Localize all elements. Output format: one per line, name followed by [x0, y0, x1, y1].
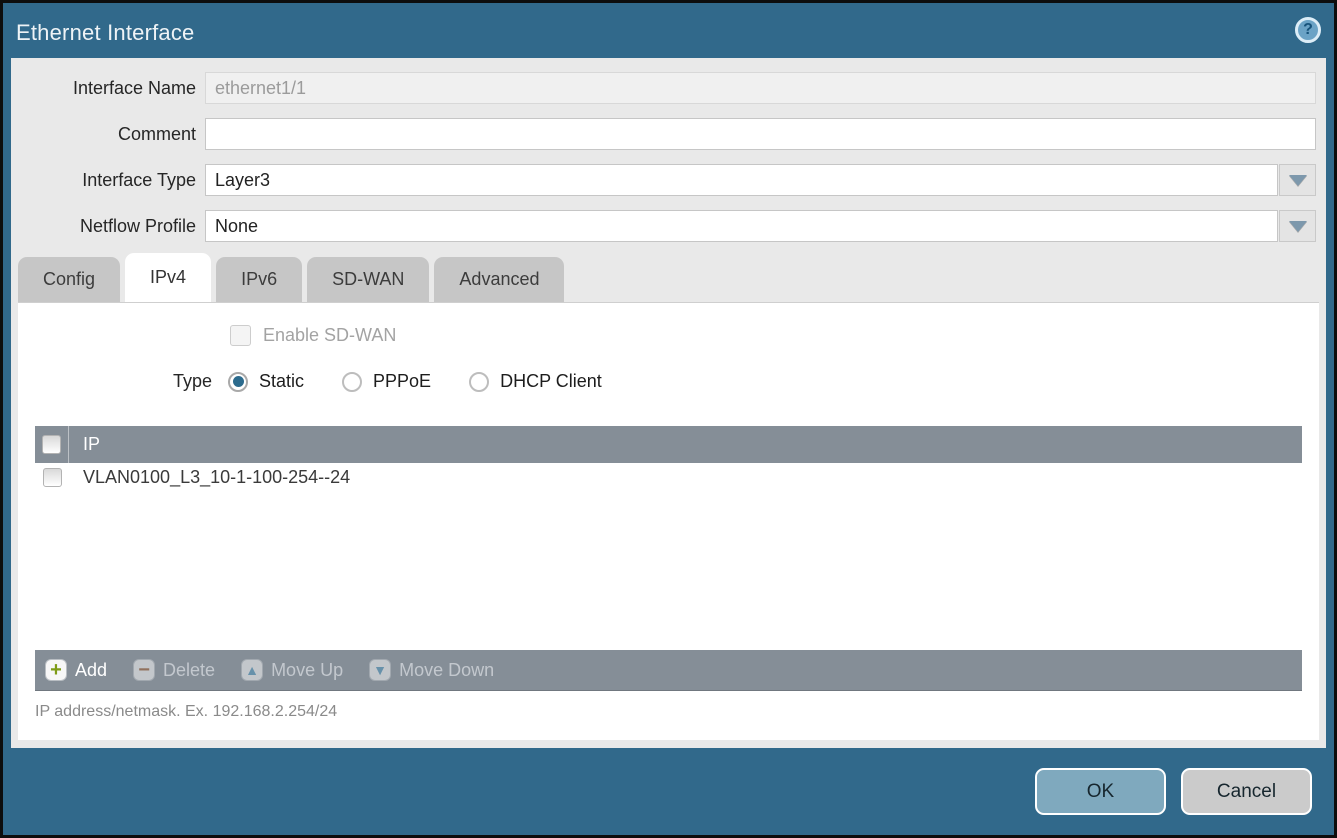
chevron-down-icon — [1289, 175, 1307, 186]
enable-sdwan-row: Enable SD-WAN — [230, 325, 396, 346]
enable-sdwan-checkbox[interactable] — [230, 325, 251, 346]
arrow-down-icon: ▼ — [369, 659, 391, 681]
netflow-profile-row: Netflow Profile — [11, 210, 1316, 242]
ip-address-table: IP VLAN0100_L3_10-1-100-254--24 + Add — [35, 426, 1302, 691]
interface-type-label: Interface Type — [11, 170, 205, 191]
delete-button-label: Delete — [163, 660, 215, 681]
row-ip-value: VLAN0100_L3_10-1-100-254--24 — [69, 467, 350, 488]
dialog-footer: OK Cancel — [3, 748, 1334, 835]
radio-option-dhcp-client[interactable]: DHCP Client — [469, 371, 624, 392]
comment-label: Comment — [11, 124, 205, 145]
comment-row: Comment — [11, 118, 1316, 150]
table-row[interactable]: VLAN0100_L3_10-1-100-254--24 — [35, 463, 1302, 492]
help-icon[interactable]: ? — [1295, 17, 1321, 43]
interface-name-label: Interface Name — [11, 78, 205, 99]
netflow-profile-field[interactable] — [205, 210, 1278, 242]
move-down-button[interactable]: ▼ Move Down — [369, 659, 494, 681]
add-button-label: Add — [75, 660, 107, 681]
tab-config[interactable]: Config — [18, 257, 120, 302]
tab-ipv6[interactable]: IPv6 — [216, 257, 302, 302]
tab-bar: Config IPv4 IPv6 SD-WAN Advanced — [18, 253, 569, 302]
enable-sdwan-label: Enable SD-WAN — [263, 325, 396, 346]
interface-name-field — [205, 72, 1316, 104]
interface-type-field[interactable] — [205, 164, 1278, 196]
delete-button[interactable]: − Delete — [133, 659, 215, 681]
row-checkbox-cell — [35, 463, 69, 492]
dialog-title: Ethernet Interface — [16, 20, 194, 46]
select-all-cell — [35, 426, 69, 463]
radio-unselected-icon[interactable] — [469, 372, 489, 392]
move-down-button-label: Move Down — [399, 660, 494, 681]
ip-column-header: IP — [69, 434, 100, 455]
netflow-profile-dropdown-button[interactable] — [1279, 210, 1316, 242]
add-button[interactable]: + Add — [45, 659, 107, 681]
radio-option-pppoe[interactable]: PPPoE — [342, 371, 453, 392]
radio-selected-icon[interactable] — [228, 372, 248, 392]
plus-icon: + — [45, 659, 67, 681]
netflow-profile-label: Netflow Profile — [11, 216, 205, 237]
interface-name-row: Interface Name — [11, 72, 1316, 104]
type-label: Type — [18, 371, 212, 392]
table-header: IP — [35, 426, 1302, 463]
tab-advanced[interactable]: Advanced — [434, 257, 564, 302]
row-checkbox[interactable] — [43, 468, 62, 487]
type-radio-group: Type Static PPPoE DHCP Client — [18, 371, 624, 392]
arrow-up-icon: ▲ — [241, 659, 263, 681]
tab-sdwan[interactable]: SD-WAN — [307, 257, 429, 302]
ipv4-tab-panel: Enable SD-WAN Type Static PPPoE DHCP Cli… — [18, 302, 1319, 740]
interface-type-row: Interface Type — [11, 164, 1316, 196]
dialog-titlebar: Ethernet Interface ? — [3, 3, 1334, 58]
move-up-button-label: Move Up — [271, 660, 343, 681]
radio-pppoe-label: PPPoE — [373, 371, 431, 392]
dialog-content: Interface Name Comment Interface Type Ne… — [11, 58, 1326, 748]
minus-icon: − — [133, 659, 155, 681]
radio-static-label: Static — [259, 371, 304, 392]
ethernet-interface-dialog: Ethernet Interface ? Interface Name Comm… — [0, 0, 1337, 838]
radio-unselected-icon[interactable] — [342, 372, 362, 392]
ok-button[interactable]: OK — [1035, 768, 1166, 815]
radio-dhcp-label: DHCP Client — [500, 371, 602, 392]
cancel-button[interactable]: Cancel — [1181, 768, 1312, 815]
ip-format-hint: IP address/netmask. Ex. 192.168.2.254/24 — [35, 703, 337, 721]
table-toolbar: + Add − Delete ▲ Move Up ▼ Move Down — [35, 650, 1302, 691]
move-up-button[interactable]: ▲ Move Up — [241, 659, 343, 681]
radio-option-static[interactable]: Static — [228, 371, 326, 392]
chevron-down-icon — [1289, 221, 1307, 232]
select-all-checkbox[interactable] — [42, 435, 61, 454]
comment-field[interactable] — [205, 118, 1316, 150]
tab-ipv4[interactable]: IPv4 — [125, 253, 211, 302]
interface-type-dropdown-button[interactable] — [1279, 164, 1316, 196]
table-body: VLAN0100_L3_10-1-100-254--24 — [35, 463, 1302, 650]
